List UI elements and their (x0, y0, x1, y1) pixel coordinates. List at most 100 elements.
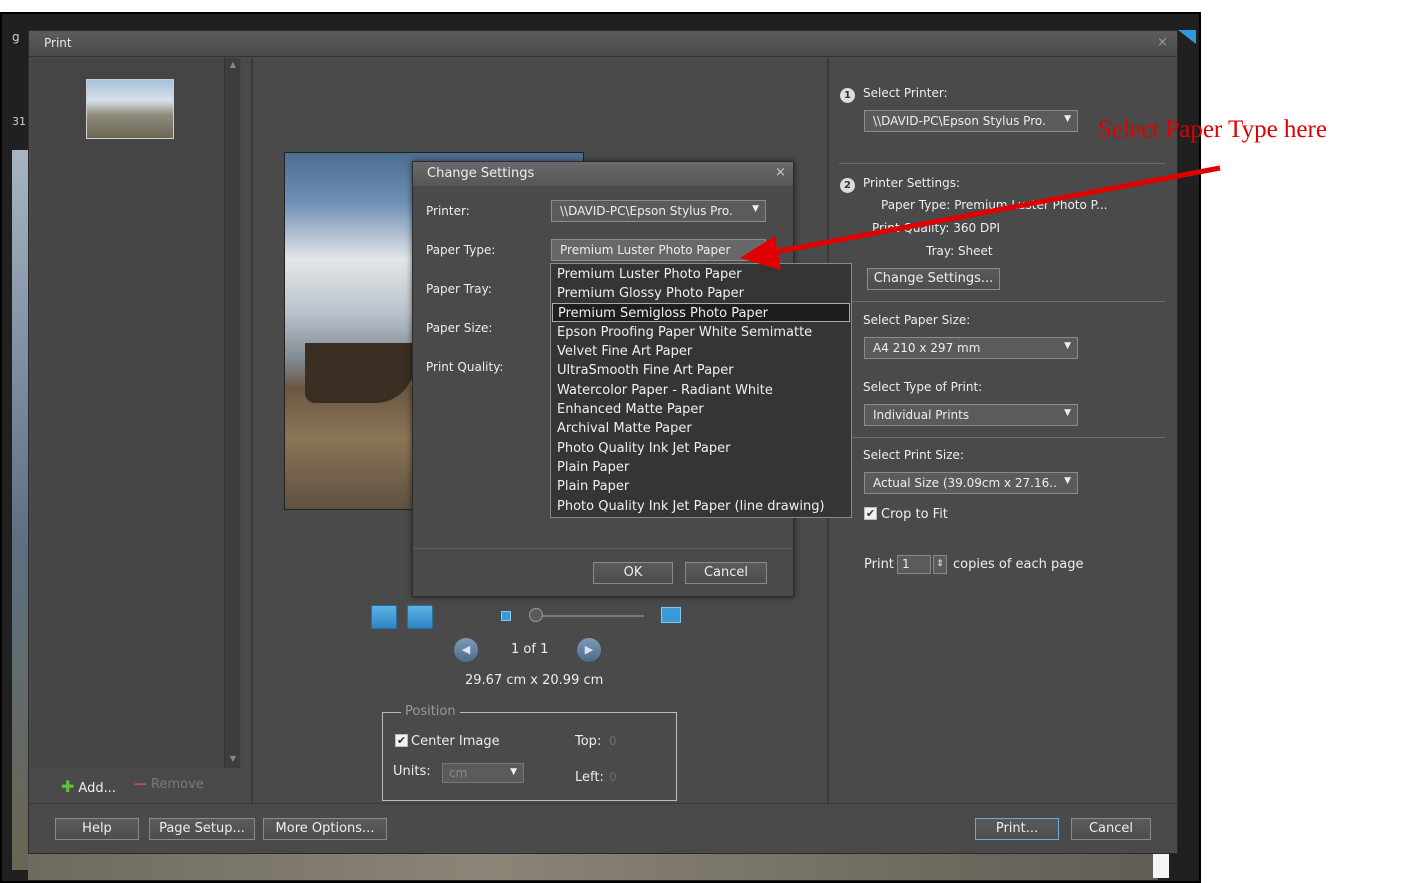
chevron-left-icon: ◀ (461, 643, 471, 656)
minus-icon: — (134, 777, 147, 792)
remove-photo-button[interactable]: — Remove (134, 777, 204, 792)
select-printer-label: Select Printer: (863, 86, 948, 100)
center-image-checkbox[interactable]: ✔ (395, 734, 408, 747)
settings-divider (839, 301, 1165, 302)
print-dialog-title: Print (44, 36, 72, 50)
top-value[interactable]: 0 (609, 734, 617, 748)
paper-type-label: Paper Type: (426, 243, 496, 257)
print-size-value: Actual Size (39.09cm x 27.16.. (873, 476, 1057, 490)
units-label: Units: (393, 764, 431, 779)
rotate-left-icon[interactable] (371, 605, 397, 629)
copies-input[interactable]: 1 (897, 555, 931, 574)
printer-value: \\DAVID-PC\Epson Stylus Pro. (560, 204, 733, 218)
paper-option[interactable]: Enhanced Matte Paper (552, 400, 850, 419)
help-button[interactable]: Help (55, 818, 139, 840)
background-photo-strip (12, 150, 28, 870)
rotate-right-icon[interactable] (407, 605, 433, 629)
previous-page-button[interactable]: ◀ (454, 638, 478, 662)
paper-option[interactable]: Plain Paper (552, 458, 850, 477)
crop-to-fit-checkbox[interactable]: ✔ (864, 507, 877, 520)
paper-size-select[interactable]: A4 210 x 297 mm ▼ (864, 337, 1078, 359)
chevron-down-icon: ▼ (1064, 341, 1071, 351)
page-indicator: 1 of 1 (511, 642, 549, 657)
chevron-down-icon: ▼ (1064, 408, 1071, 418)
printer-select[interactable]: \\DAVID-PC\Epson Stylus Pro. ▼ (551, 200, 766, 222)
crop-to-fit-label[interactable]: Crop to Fit (881, 507, 948, 522)
center-image-label[interactable]: Center Image (411, 734, 500, 749)
paper-type-dropdown-list: Premium Luster Photo Paper Premium Gloss… (550, 263, 852, 518)
add-photo-label: Add... (78, 781, 116, 796)
plus-icon: ✚ (61, 777, 75, 796)
printer-label: Printer: (426, 204, 470, 218)
change-settings-titlebar: Change Settings × (413, 162, 793, 186)
printer-value: \\DAVID-PC\Epson Stylus Pro. (873, 114, 1046, 128)
scroll-up-icon[interactable]: ▲ (226, 58, 240, 72)
paper-option[interactable]: Plain Paper (552, 477, 850, 496)
boat-in-photo (305, 343, 415, 403)
paper-option[interactable]: Premium Luster Photo Paper (552, 265, 850, 284)
paper-option-highlighted[interactable]: Premium Semigloss Photo Paper (552, 303, 850, 322)
panel-divider (251, 58, 253, 803)
change-settings-button[interactable]: Change Settings... (867, 268, 1000, 290)
scroll-down-icon[interactable]: ▼ (226, 752, 240, 766)
change-settings-title: Change Settings (427, 166, 535, 181)
tray-summary: Tray: Sheet (926, 244, 993, 258)
print-dialog-titlebar: Print × (29, 31, 1177, 57)
print-size-select[interactable]: Actual Size (39.09cm x 27.16.. ▼ (864, 472, 1078, 494)
cancel-button[interactable]: Cancel (1071, 818, 1151, 840)
paper-option[interactable]: Photo Quality Ink Jet Paper (line drawin… (552, 497, 850, 516)
paper-type-summary: Paper Type: Premium Luster Photo P... (881, 198, 1108, 212)
photo-thumbnail[interactable] (86, 79, 174, 139)
background-text-fragment: 31 (12, 115, 26, 128)
print-quality-summary: Print Quality: 360 DPI (872, 221, 1001, 235)
settings-divider (839, 437, 1165, 438)
ok-button[interactable]: OK (593, 562, 673, 584)
more-options-button[interactable]: More Options... (263, 818, 387, 840)
thumbnail-scrollbar[interactable]: ▲ ▼ (224, 58, 240, 768)
zoom-in-icon[interactable] (661, 607, 681, 623)
left-value[interactable]: 0 (609, 770, 617, 784)
paper-option[interactable]: Photo Quality Ink Jet Paper (552, 439, 850, 458)
close-icon[interactable]: × (775, 165, 786, 180)
chevron-down-icon: ▼ (1064, 476, 1071, 486)
type-of-print-value: Individual Prints (873, 408, 970, 422)
zoom-slider-track[interactable] (529, 615, 644, 617)
printer-select[interactable]: \\DAVID-PC\Epson Stylus Pro. ▼ (864, 110, 1078, 132)
dialog-divider (413, 548, 793, 549)
select-type-of-print-label: Select Type of Print: (863, 380, 983, 394)
settings-divider (839, 163, 1165, 164)
units-value: cm (449, 766, 468, 780)
select-print-size-label: Select Print Size: (863, 448, 964, 462)
left-label: Left: (575, 770, 604, 785)
paper-type-value: Premium Luster Photo Paper (560, 243, 731, 257)
chevron-down-icon: ▼ (510, 767, 517, 777)
cancel-button[interactable]: Cancel (685, 562, 767, 584)
copies-spinner[interactable]: ⇕ (933, 555, 947, 574)
background-photo-bottom (28, 852, 1158, 880)
paper-option[interactable]: Watercolor Paper - Radiant White (552, 381, 850, 400)
add-photo-button[interactable]: ✚ Add... (61, 777, 116, 796)
step-2-badge: 2 (840, 178, 855, 193)
chevron-down-icon: ▼ (1064, 114, 1071, 124)
paper-type-select[interactable]: Premium Luster Photo Paper (551, 239, 766, 261)
next-page-button[interactable]: ▶ (577, 638, 601, 662)
paper-size-label: Paper Size: (426, 321, 493, 335)
paper-option[interactable]: UltraSmooth Fine Art Paper (552, 361, 850, 380)
select-paper-size-label: Select Paper Size: (863, 313, 971, 327)
step-1-badge: 1 (840, 88, 855, 103)
zoom-out-icon[interactable] (501, 611, 511, 621)
print-button[interactable]: Print... (975, 818, 1059, 840)
position-legend: Position (401, 704, 460, 719)
background-text-fragment: g (12, 30, 20, 44)
position-group (382, 712, 677, 801)
units-select[interactable]: cm ▼ (442, 763, 524, 783)
paper-option[interactable]: Archival Matte Paper (552, 419, 850, 438)
type-of-print-select[interactable]: Individual Prints ▼ (864, 404, 1078, 426)
paper-option[interactable]: Epson Proofing Paper White Semimatte (552, 323, 850, 342)
zoom-slider-handle[interactable] (529, 608, 543, 622)
print-dimension-text: 29.67 cm x 20.99 cm (465, 673, 604, 688)
paper-option[interactable]: Velvet Fine Art Paper (552, 342, 850, 361)
paper-option[interactable]: Premium Glossy Photo Paper (552, 284, 850, 303)
close-icon[interactable]: × (1157, 35, 1168, 50)
page-setup-button[interactable]: Page Setup... (149, 818, 255, 840)
